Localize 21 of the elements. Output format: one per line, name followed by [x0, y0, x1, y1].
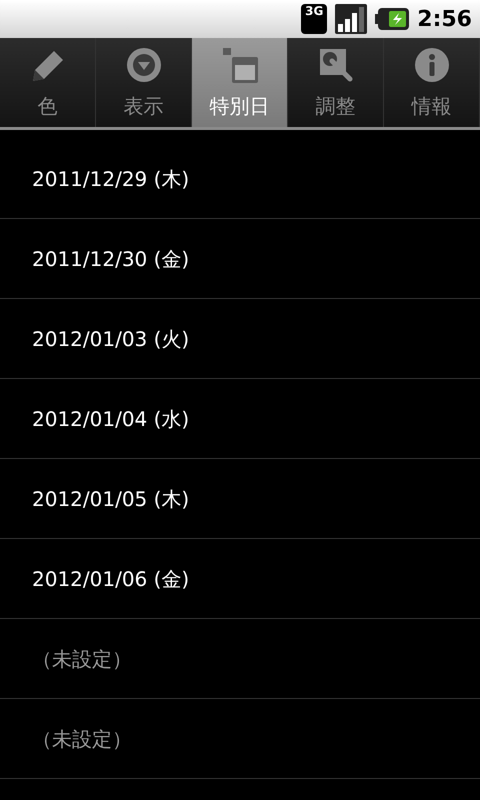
info-icon [414, 47, 450, 83]
tab[interactable]: 特別日 [192, 38, 288, 127]
wrench-icon [318, 47, 354, 83]
tab[interactable]: 表示 [96, 38, 192, 127]
tab[interactable]: 調整 [288, 38, 384, 127]
signal-icon [335, 4, 368, 34]
clock: 2:56 [417, 6, 472, 34]
calendar-icon [222, 47, 258, 83]
date-text[interactable]: 2012/01/06 (金) [32, 564, 190, 594]
date-text[interactable]: 2011/12/30 (金) [32, 244, 190, 274]
battery-icon [375, 8, 410, 30]
arrow-down-circle-icon [126, 47, 162, 83]
network-icon: 3G [301, 4, 328, 34]
unset-text[interactable]: （未設定） [32, 644, 132, 674]
date-text[interactable]: 2012/01/05 (木) [32, 484, 190, 514]
tab[interactable]: 色 [0, 38, 96, 127]
date-text[interactable]: 2011/12/29 (木) [32, 164, 190, 194]
unset-text[interactable]: （未設定） [32, 724, 132, 754]
date-text[interactable]: 2012/01/03 (火) [32, 324, 190, 354]
date-text[interactable]: 2012/01/04 (水) [32, 404, 190, 434]
tab[interactable]: 情報 [384, 38, 480, 127]
